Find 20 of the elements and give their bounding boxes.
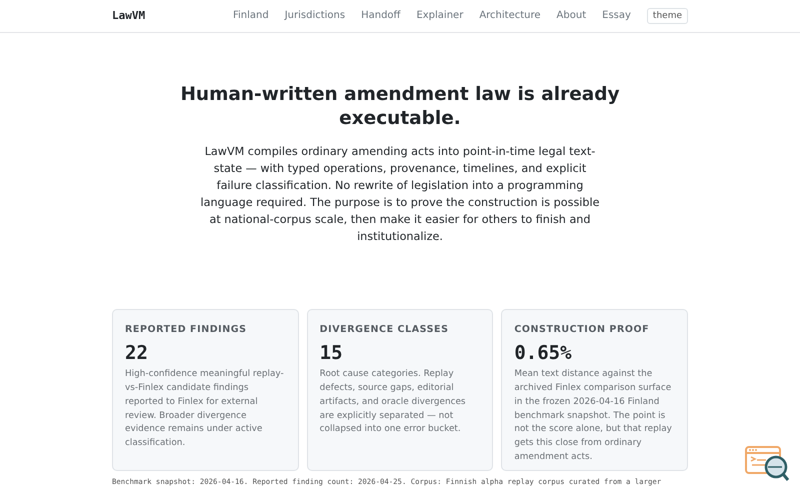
- nav-link[interactable]: Handoff: [361, 8, 400, 24]
- stat-value: 0.65%: [514, 341, 573, 366]
- hero-title: Human-written amendment law is already executable.: [179, 83, 621, 131]
- brand-logo[interactable]: LawVM: [112, 8, 146, 24]
- nav-link[interactable]: Explainer: [416, 8, 464, 24]
- nav-link[interactable]: Finland: [232, 8, 269, 24]
- stat-label: REPORTED FINDINGS: [125, 323, 248, 337]
- nav-link[interactable]: Jurisdictions: [284, 8, 346, 24]
- stat-label: DIVERGENCE CLASSES: [320, 323, 450, 337]
- stat-label: CONSTRUCTION PROOF: [514, 323, 650, 337]
- hero-paragraph: LawVM compiles ordinary amending acts into point-in-time legal text-state — with typed operations, provenance, timelines, and explicit failure classification. No rewrite of legislation into a programming language required. The purpose is to prove the construction is possible at national-corpus scale, then make it easier for others to finish and institutionalize.: [200, 144, 600, 245]
- stat-description: High-confidence meaningful replay-vs-Finlex candidate findings reported to Finlex for external review. Broader divergence evidence remains under active classification.: [125, 368, 285, 450]
- stat-value: 22: [125, 341, 149, 366]
- nav-link[interactable]: Architecture: [479, 8, 541, 24]
- nav-link[interactable]: Essay: [602, 8, 631, 24]
- stat-description: Mean text distance against the archived Finlex comparison surface in the frozen 2026-04-16 Finland benchmark snapshot. The point is not the score alone, but that replay gets this close from ordinary amendment acts.: [514, 368, 673, 464]
- stat-value: 15: [320, 341, 344, 366]
- theme-button[interactable]: theme: [646, 8, 688, 24]
- stat-description: Root cause categories. Replay defects, source gaps, editorial artifacts, and oracle divergences are explicitly separated — not collapsed into one error bucket.: [320, 368, 467, 436]
- nav-link[interactable]: About: [556, 8, 586, 24]
